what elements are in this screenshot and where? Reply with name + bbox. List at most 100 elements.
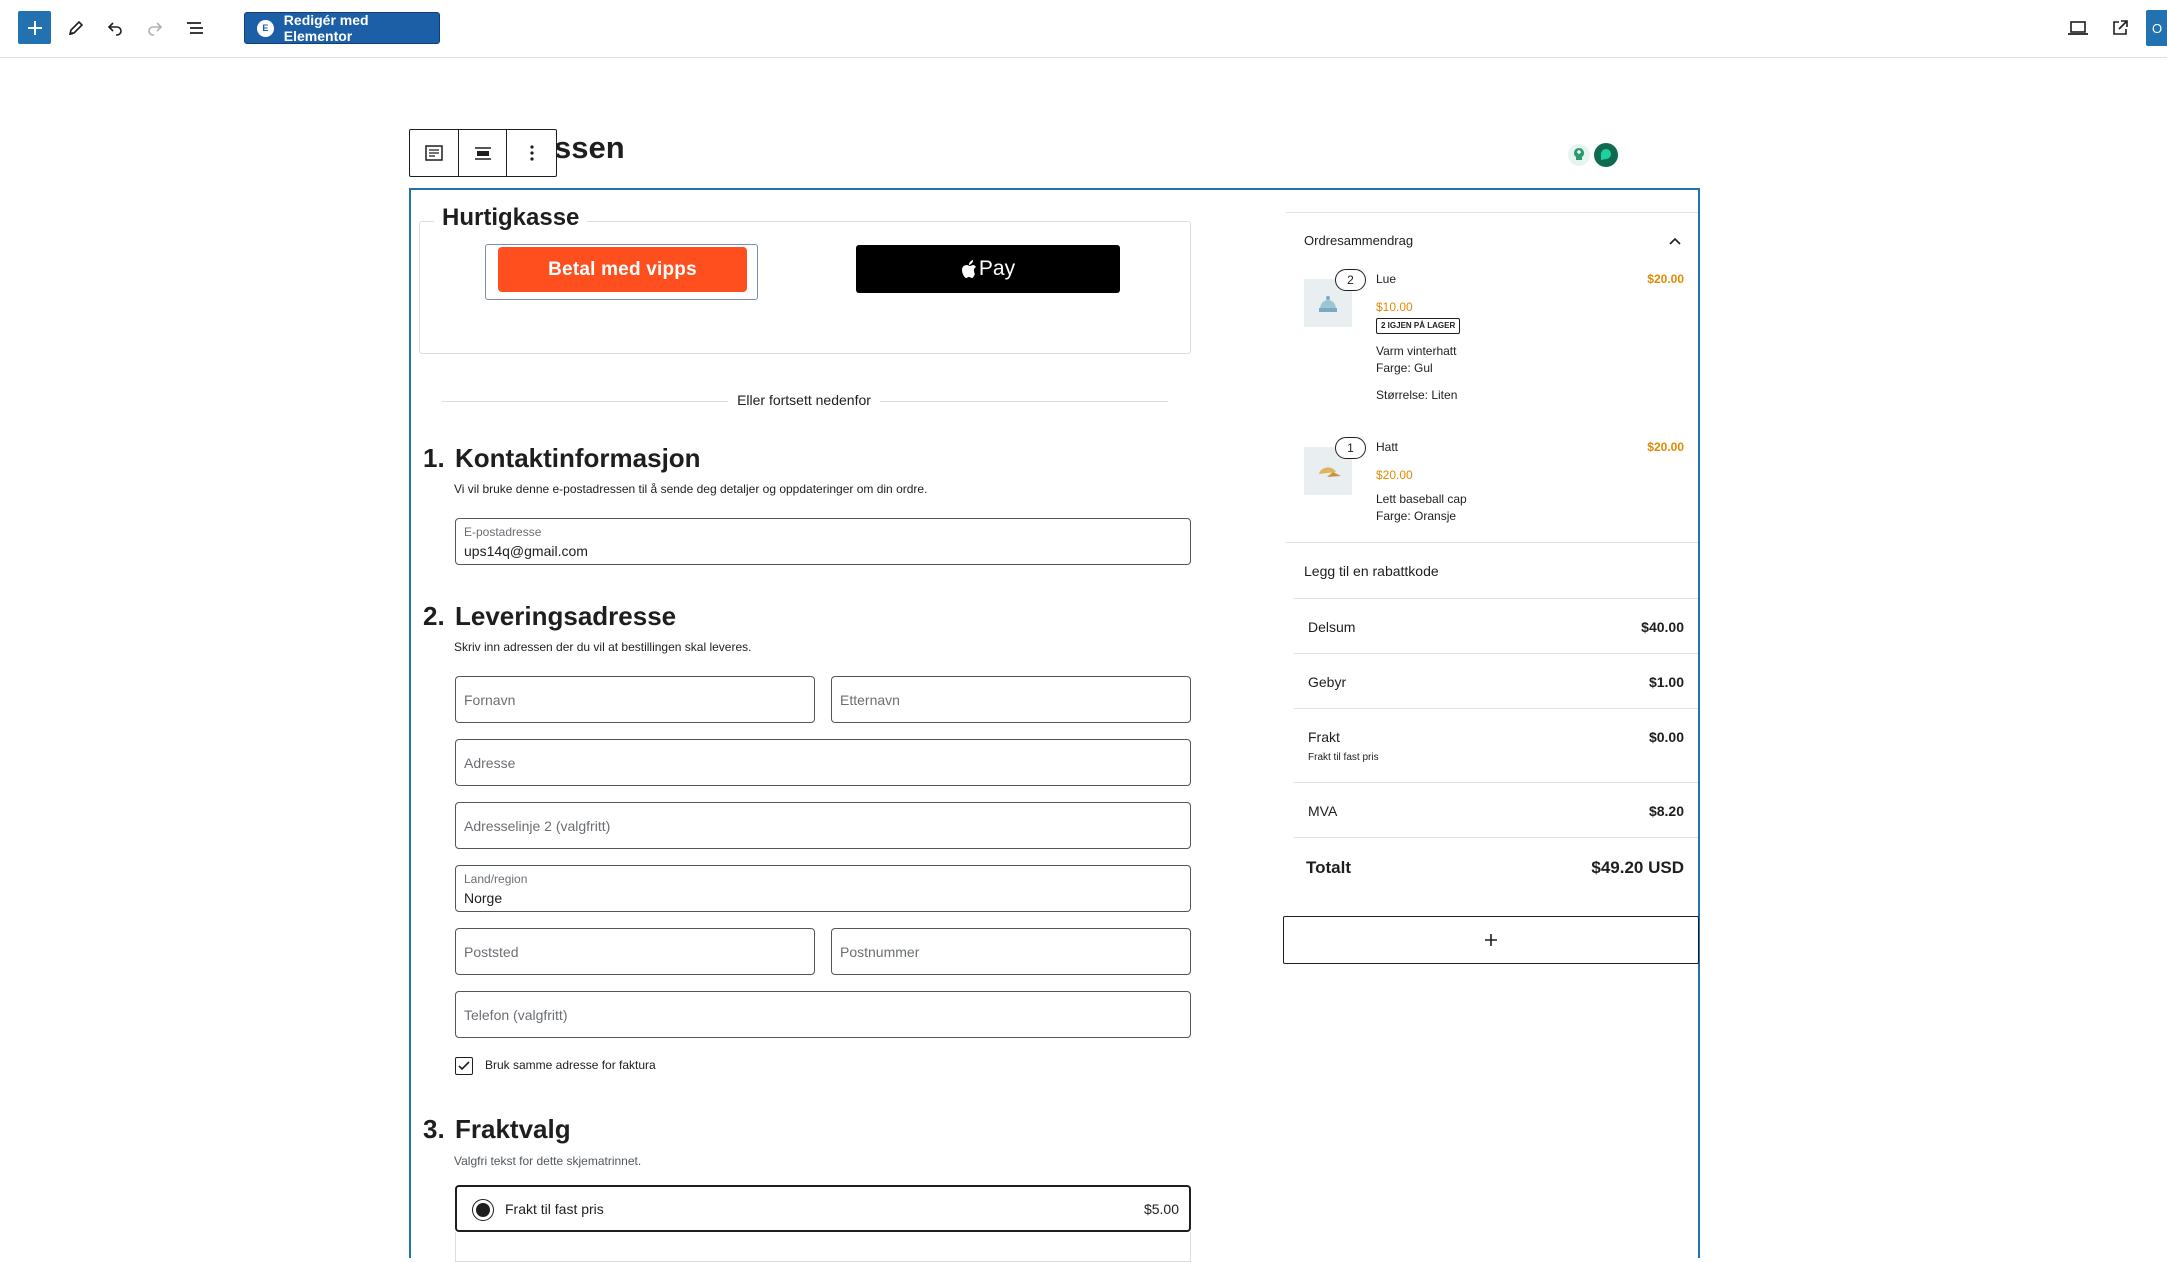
address-field[interactable]: Adresse [455, 739, 1191, 786]
align-button[interactable] [459, 130, 508, 176]
coupon-label: Legg til en rabattkode [1304, 563, 1439, 579]
laptop-icon [2068, 21, 2088, 35]
contact-description: Vi vil bruke denne e-postadressen til å … [454, 482, 928, 496]
item-total: $20.00 [1647, 440, 1684, 454]
coupon-toggle[interactable]: Legg til en rabattkode [1286, 542, 1698, 598]
item-unit-price: $20.00 [1376, 468, 1413, 482]
email-value: ups14q@gmail.com [464, 543, 588, 559]
block-options-button[interactable] [507, 130, 556, 176]
total-label: Totalt [1306, 858, 1352, 877]
step-title: Leveringsadresse [455, 601, 677, 631]
add-inner-block-button[interactable] [1283, 916, 1699, 964]
summary-item: 2 Lue $20.00 $10.00 2 IGJEN PÅ LAGER Var… [1286, 269, 1698, 419]
address-placeholder: Adresse [464, 754, 516, 771]
elementor-button-label: Redigér med Elementor [283, 12, 369, 44]
extension-icons [1567, 140, 1625, 170]
country-label: Land/region [464, 872, 528, 886]
vipps-pay-button[interactable]: Betal med vipps [498, 247, 747, 292]
shipping-address-heading: 2. Leveringsadresse [423, 601, 676, 632]
list-view-icon [187, 22, 203, 34]
checkmark-icon [458, 1061, 470, 1071]
preview-button[interactable] [2060, 11, 2096, 45]
subtotal-label: Delsum [1308, 619, 1356, 635]
quantity-badge: 2 [1335, 269, 1366, 291]
shipping-options-heading: 3. Fraktvalg [423, 1114, 571, 1145]
tax-label: MVA [1308, 803, 1338, 819]
item-name: Lue [1376, 272, 1397, 286]
shipping-option-label: Frakt til fast pris [505, 1201, 604, 1217]
last-name-field[interactable]: Etternavn [831, 676, 1191, 723]
step-number: 3. [423, 1114, 445, 1144]
apple-logo-icon [961, 259, 976, 278]
page-title[interactable]: ssen [554, 130, 625, 166]
shipping-label: Frakt [1308, 729, 1340, 745]
step-title: Kontaktinformasjon [455, 443, 701, 473]
email-field[interactable]: E-postadresse ups14q@gmail.com [455, 518, 1191, 565]
first-name-field[interactable]: Fornavn [455, 676, 815, 723]
chat-bubble-icon [1594, 143, 1618, 167]
block-toolbar [409, 129, 557, 177]
more-vertical-icon [530, 145, 534, 161]
shipping-option-next[interactable] [455, 1232, 1191, 1262]
step-title: Fraktvalg [455, 1114, 571, 1144]
bulb-plus-icon [1568, 144, 1590, 166]
postcode-field[interactable]: Postnummer [831, 928, 1191, 975]
fee-row: Gebyr $1.00 [1294, 653, 1698, 708]
express-checkout-title: Hurtigkasse [434, 204, 588, 232]
shipping-options-description: Valgfri tekst for dette skjematrinnet. [454, 1154, 642, 1168]
plus-icon [1485, 934, 1497, 946]
address2-placeholder: Adresselinje 2 (valgfritt) [464, 817, 611, 834]
fee-value: $1.00 [1648, 674, 1684, 690]
undo-icon [107, 22, 122, 36]
tax-row: MVA $8.20 [1294, 782, 1698, 837]
shipping-radio[interactable] [472, 1199, 494, 1221]
total-value: $49.20 USD [1591, 858, 1684, 877]
fee-label: Gebyr [1308, 674, 1347, 690]
address2-field[interactable]: Adresselinje 2 (valgfritt) [455, 802, 1191, 849]
list-view-button[interactable] [177, 11, 213, 45]
apple-pay-button[interactable]: Pay [856, 245, 1120, 293]
country-value: Norge [464, 890, 503, 906]
order-summary-header[interactable]: Ordresammendrag [1286, 212, 1698, 269]
item-meta: Farge: Gul [1376, 361, 1433, 375]
shipping-row: Frakt $0.00 Frakt til fast pris [1294, 708, 1698, 782]
item-meta: Farge: Oransje [1376, 509, 1457, 523]
city-placeholder: Poststed [464, 943, 519, 960]
city-field[interactable]: Poststed [455, 928, 815, 975]
publish-button[interactable]: O [2146, 10, 2167, 46]
editor-top-toolbar: E Redigér med Elementor O [0, 0, 2167, 58]
item-unit-price: $10.00 [1376, 300, 1413, 314]
email-label: E-postadresse [464, 525, 542, 539]
item-name: Hatt [1376, 440, 1399, 454]
redo-button[interactable] [137, 11, 173, 45]
shipping-option-flat-rate[interactable]: Frakt til fast pris $5.00 [455, 1185, 1191, 1232]
summary-item: 1 Hatt $20.00 $20.00 Lett baseball cap F… [1286, 437, 1698, 547]
block-type-button[interactable] [410, 130, 459, 176]
pencil-icon [68, 20, 84, 36]
order-summary-title: Ordresammendrag [1304, 233, 1414, 248]
external-link-icon [2113, 20, 2128, 35]
item-meta: Størrelse: Liten [1376, 388, 1458, 402]
country-select[interactable]: Land/region Norge [455, 865, 1191, 912]
beanie-icon [1319, 296, 1337, 312]
chevron-up-icon [1669, 237, 1681, 245]
shipping-method: Frakt til fast pris [1308, 752, 1379, 763]
tools-button[interactable] [58, 11, 94, 45]
apple-pay-label: Pay [978, 257, 1016, 280]
add-block-button[interactable] [18, 11, 51, 44]
last-name-placeholder: Etternavn [840, 691, 900, 708]
first-name-placeholder: Fornavn [464, 691, 516, 708]
view-post-button[interactable] [2102, 11, 2138, 45]
undo-button[interactable] [97, 11, 133, 45]
phone-field[interactable]: Telefon (valgfritt) [455, 991, 1191, 1038]
stock-badge: 2 IGJEN PÅ LAGER [1376, 318, 1461, 334]
checkout-block-icon [425, 145, 443, 161]
step-number: 1. [423, 443, 445, 473]
tax-value: $8.20 [1648, 803, 1684, 819]
same-billing-checkbox[interactable] [455, 1057, 473, 1075]
edit-with-elementor-button[interactable]: E Redigér med Elementor [244, 12, 440, 44]
elementor-icon: E [257, 19, 274, 37]
quantity-badge: 1 [1335, 437, 1366, 459]
item-total: $20.00 [1647, 272, 1684, 286]
align-wide-icon [474, 147, 491, 160]
